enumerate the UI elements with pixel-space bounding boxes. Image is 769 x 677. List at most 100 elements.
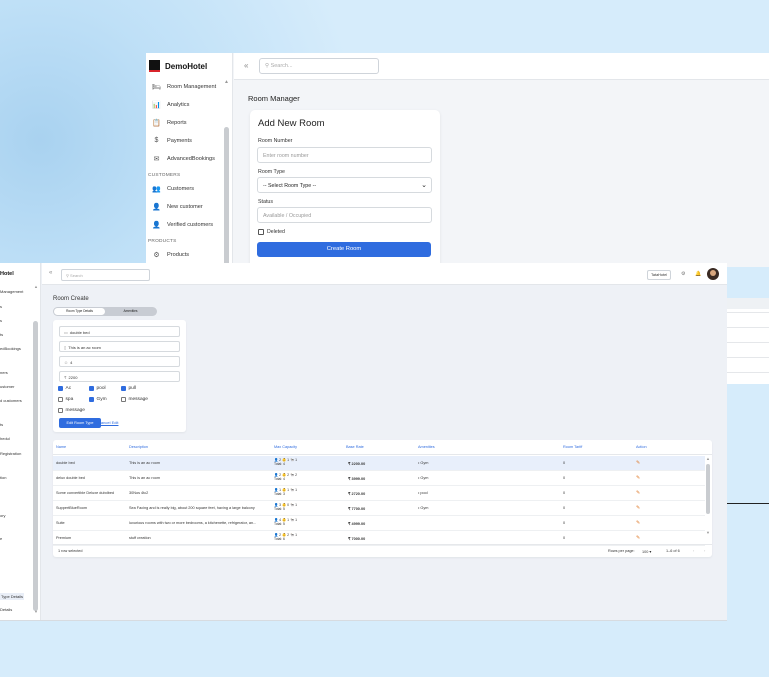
- scroll-down-icon[interactable]: ▼: [34, 609, 38, 614]
- sidebar-item-label: New customer: [167, 204, 203, 210]
- column-header-max-capacity[interactable]: Max Capacity: [274, 445, 297, 449]
- sidebar-item[interactable]: edBookings: [0, 346, 21, 351]
- table-scrollbar[interactable]: [706, 464, 710, 514]
- table-row-selected[interactable]: double bed This is an ac room 👤 2 👶 1 🐄 …: [53, 456, 705, 471]
- scroll-up-icon[interactable]: ▲: [224, 79, 229, 85]
- search-input[interactable]: ⚲ Search...: [259, 58, 379, 74]
- prev-page-icon[interactable]: ‹: [693, 549, 694, 553]
- column-header-action: Action: [636, 445, 647, 449]
- edit-pencil-icon[interactable]: ✎: [636, 475, 640, 481]
- amenity-checkbox[interactable]: pool: [89, 386, 106, 391]
- front-sidebar: Hotel ▲ ▼ Management s s ts edBookings n…: [0, 263, 41, 620]
- sidebar-item[interactable]: e: [0, 536, 2, 541]
- amenity-label: message: [65, 408, 85, 413]
- scroll-down-icon[interactable]: ▼: [706, 530, 710, 535]
- sidebar-item[interactable]: Management: [0, 289, 23, 294]
- sidebar-item-verified-customers[interactable]: 👤 Verified customers: [152, 221, 213, 229]
- room-type-select[interactable]: -- Select Room Type -- ⌄: [257, 177, 432, 193]
- table-row[interactable]: SuppertBlueRoom Sea Facing and is really…: [53, 501, 705, 516]
- checkbox-unchecked[interactable]: [121, 397, 126, 402]
- checkbox-box[interactable]: [258, 229, 264, 235]
- capacity-total: Total: 5: [274, 506, 285, 511]
- amenity-checkbox[interactable]: Ac: [58, 386, 71, 391]
- next-page-icon[interactable]: ›: [704, 549, 705, 553]
- avatar[interactable]: [707, 268, 719, 280]
- sidebar-item-payments[interactable]: $ Payments: [152, 137, 192, 144]
- sidebar-scrollbar[interactable]: [224, 127, 229, 267]
- settings-icon[interactable]: ⚙: [681, 271, 685, 277]
- capacity-field[interactable]: ☺ 4: [59, 356, 180, 367]
- sidebar-item[interactable]: ts: [0, 422, 3, 427]
- scroll-up-icon[interactable]: ▲: [34, 284, 38, 289]
- amenity-checkbox[interactable]: message: [121, 397, 148, 402]
- tab-room-type-details[interactable]: Room Type Details: [54, 308, 105, 315]
- edit-pencil-icon[interactable]: ✎: [636, 520, 640, 526]
- sidebar-item[interactable]: ory: [0, 513, 6, 518]
- sidebar-item-room-management[interactable]: 🛏 Room Management: [152, 83, 216, 91]
- table-row[interactable]: Suite luxurious rooms with two or more b…: [53, 516, 705, 531]
- sidebar-item[interactable]: tion: [0, 475, 6, 480]
- amenity-checkbox[interactable]: spa: [58, 397, 73, 402]
- checkbox-unchecked[interactable]: [58, 408, 63, 413]
- user-chip[interactable]: TataHotel: [647, 270, 672, 280]
- collapse-sidebar-icon[interactable]: «: [244, 61, 248, 70]
- name-field[interactable]: ▭ double bed: [59, 326, 180, 337]
- amenity-checkbox[interactable]: Gym: [89, 397, 107, 402]
- sidebar-item-customers[interactable]: 👥 Customers: [152, 185, 194, 193]
- checkbox-checked[interactable]: [58, 386, 63, 391]
- cancel-edit-link[interactable]: Cancel Edit: [98, 420, 118, 425]
- checkbox-unchecked[interactable]: [58, 397, 63, 402]
- sidebar-item-advanced-bookings[interactable]: ✉ AdvancedBookings: [152, 155, 215, 163]
- sidebar-item-reports[interactable]: 📋 Reports: [152, 119, 186, 127]
- sidebar-scrollbar[interactable]: [33, 321, 38, 611]
- sidebar-item-analytics[interactable]: 📊 Analytics: [152, 101, 189, 109]
- sidebar-item[interactable]: Registration: [0, 451, 21, 456]
- edit-room-type-button[interactable]: Edit Room Type: [59, 418, 101, 428]
- rate-field[interactable]: ₹2200: [59, 371, 180, 382]
- checkbox-checked[interactable]: [89, 397, 94, 402]
- edit-pencil-icon[interactable]: ✎: [636, 460, 640, 466]
- description-field[interactable]: ▯ This is an ac room: [59, 341, 180, 352]
- room-number-field[interactable]: Enter room number: [257, 147, 432, 163]
- column-header-name[interactable]: Name: [56, 445, 66, 449]
- sidebar-item[interactable]: ts: [0, 332, 3, 337]
- sidebar-item-new-customer[interactable]: 👤 New customer: [152, 203, 203, 211]
- amenity-checkbox[interactable]: pull: [121, 386, 136, 391]
- sidebar-item-products[interactable]: ⚙ Products: [152, 251, 189, 259]
- sidebar-item[interactable]: s: [0, 318, 2, 323]
- checkbox-checked[interactable]: [89, 386, 94, 391]
- sidebar-item-active[interactable]: Type Details: [0, 593, 25, 600]
- column-header-room-tariff[interactable]: Room Tariff: [563, 445, 582, 449]
- edit-pencil-icon[interactable]: ✎: [636, 505, 640, 511]
- sidebar-item[interactable]: hedul: [0, 436, 10, 441]
- name-value: double bed: [69, 330, 90, 335]
- brand-logo: [149, 60, 160, 72]
- rows-per-page-select[interactable]: 100 ▾: [642, 549, 651, 554]
- column-header-amenities[interactable]: Amenities: [418, 445, 435, 449]
- rupee-icon: ₹: [64, 375, 67, 380]
- status-field[interactable]: Available / Occupied: [257, 207, 432, 223]
- table-row[interactable]: Some convertible Deluxe dubdbed 30Nos 4t…: [53, 486, 705, 501]
- checkbox-checked[interactable]: [121, 386, 126, 391]
- bookings-icon: ✉: [153, 156, 160, 163]
- table-row[interactable]: delux double bed This is an ac room 👤 2 …: [53, 471, 705, 486]
- sidebar-item[interactable]: ustomer: [0, 384, 14, 389]
- column-header-description[interactable]: Description: [129, 445, 148, 449]
- sidebar-item[interactable]: Details: [0, 607, 12, 612]
- sidebar-item[interactable]: ners: [0, 370, 8, 375]
- search-input[interactable]: ⚲ Search: [61, 269, 150, 281]
- collapse-sidebar-icon[interactable]: «: [49, 270, 52, 276]
- cell-description: Sea Facing and is really big, about 200 …: [129, 506, 255, 510]
- sidebar-item[interactable]: d customers: [0, 398, 22, 403]
- sidebar-item[interactable]: s: [0, 304, 2, 309]
- scroll-up-icon[interactable]: ▲: [706, 456, 710, 461]
- edit-pencil-icon[interactable]: ✎: [636, 490, 640, 496]
- create-room-button[interactable]: Create Room: [257, 242, 431, 257]
- deleted-checkbox[interactable]: Deleted: [258, 229, 285, 235]
- edit-pencil-icon[interactable]: ✎: [636, 535, 640, 541]
- bell-icon[interactable]: 🔔: [695, 271, 701, 277]
- column-header-base-rate[interactable]: Base Rate: [346, 445, 364, 449]
- search-placeholder: Search...: [270, 63, 293, 69]
- tab-amenities[interactable]: Amenities: [105, 308, 156, 315]
- amenity-checkbox[interactable]: message: [58, 408, 85, 413]
